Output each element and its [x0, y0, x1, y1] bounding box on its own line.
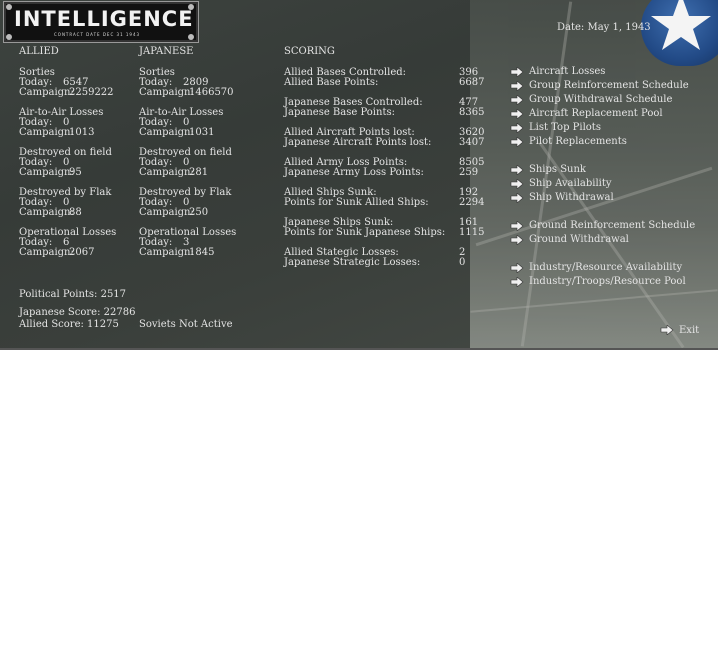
hand-pointer-arrow-icon	[510, 277, 524, 287]
hand-pointer-arrow-icon	[510, 221, 524, 231]
scoring-header: SCORING	[284, 46, 335, 57]
japanese-operational-campaign-label: Campaign:	[139, 247, 194, 258]
scoring-row-label: Points for Sunk Allied Ships:	[284, 197, 429, 208]
menu-item-label: List Top Pilots	[529, 122, 601, 133]
banner-subtitle: CONTRACT DATE DEC 31 1943	[54, 32, 141, 37]
japanese-sorties-campaign-value: 1466570	[189, 87, 234, 98]
hand-pointer-arrow-icon	[510, 165, 524, 175]
intelligence-banner: INTELLIGENCE CONTRACT DATE DEC 31 1943	[3, 1, 199, 43]
hand-pointer-arrow-icon	[660, 325, 674, 335]
japanese-air-to-air-campaign-label: Campaign:	[139, 127, 194, 138]
hand-pointer-arrow-icon	[510, 67, 524, 77]
hand-pointer-arrow-icon	[510, 235, 524, 245]
scoring-row-value: 8365	[459, 107, 485, 118]
star-roundel-icon	[641, 0, 718, 66]
menu-item-label: Industry/Troops/Resource Pool	[529, 276, 686, 287]
allied-destroyed-flak-campaign-label: Campaign:	[19, 207, 74, 218]
banner-title: INTELLIGENCE	[14, 7, 194, 31]
scoring-row-label: Japanese Army Loss Points:	[284, 167, 424, 178]
japanese-header: JAPANESE	[139, 46, 194, 57]
hand-pointer-arrow-icon	[510, 95, 524, 105]
menu-item-label: Industry/Resource Availability	[529, 262, 683, 273]
menu-item-label: Ground Reinforcement Schedule	[529, 220, 696, 231]
hand-pointer-arrow-icon	[510, 263, 524, 273]
scoring-row-value: 6687	[459, 77, 485, 88]
allied-operational-campaign-value: 2067	[69, 247, 95, 258]
current-date: Date: May 1, 1943	[557, 22, 651, 33]
menu-item-label: Aircraft Losses	[529, 66, 606, 77]
menu-item-label: Ship Availability	[529, 178, 612, 189]
hand-pointer-arrow-icon	[510, 123, 524, 133]
hand-pointer-arrow-icon	[510, 81, 524, 91]
japanese-air-to-air-campaign-value: 1031	[189, 127, 215, 138]
japanese-operational-campaign-value: 1845	[189, 247, 215, 258]
scoring-row-label: Points for Sunk Japanese Ships:	[284, 227, 446, 238]
exit-label: Exit	[679, 325, 700, 336]
scoring-row-label: Japanese Strategic Losses:	[284, 257, 421, 268]
political-points: Political Points: 2517	[19, 289, 127, 300]
hand-pointer-arrow-icon	[510, 193, 524, 203]
scoring-row-value: 2294	[459, 197, 485, 208]
menu-item-label: Ground Withdrawal	[529, 234, 629, 245]
soviets-status: Soviets Not Active	[139, 319, 233, 330]
allied-operational-campaign-label: Campaign:	[19, 247, 74, 258]
allied-destroyed-field-campaign-label: Campaign:	[19, 167, 74, 178]
hand-pointer-arrow-icon	[510, 137, 524, 147]
intelligence-screen: INTELLIGENCE CONTRACT DATE DEC 31 1943 D…	[0, 0, 718, 350]
allied-sorties-campaign-label: Campaign:	[19, 87, 74, 98]
scoring-row-label: Japanese Base Points:	[284, 107, 395, 118]
allied-destroyed-field-campaign-value: 95	[69, 167, 82, 178]
menu-item-label: Aircraft Replacement Pool	[529, 108, 663, 119]
scoring-row-value: 0	[459, 257, 466, 268]
allied-sorties-campaign-value: 2259222	[69, 87, 114, 98]
japanese-destroyed-flak-campaign-value: 250	[189, 207, 209, 218]
scoring-row-label: Allied Base Points:	[284, 77, 379, 88]
allied-destroyed-flak-campaign-value: 88	[69, 207, 82, 218]
japanese-destroyed-flak-campaign-label: Campaign:	[139, 207, 194, 218]
hand-pointer-arrow-icon	[510, 109, 524, 119]
japanese-destroyed-field-campaign-label: Campaign:	[139, 167, 194, 178]
menu-item-label: Group Reinforcement Schedule	[529, 80, 689, 91]
hand-pointer-arrow-icon	[510, 179, 524, 189]
japanese-sorties-campaign-label: Campaign:	[139, 87, 194, 98]
menu-item-label: Pilot Replacements	[529, 136, 627, 147]
scoring-row-value: 3407	[459, 137, 485, 148]
scoring-row-value: 259	[459, 167, 479, 178]
scoring-row-label: Japanese Aircraft Points lost:	[284, 137, 432, 148]
allied-score: Allied Score: 11275	[19, 319, 119, 330]
japanese-destroyed-field-campaign-value: 281	[189, 167, 209, 178]
menu-item-label: Ships Sunk	[529, 164, 586, 175]
allied-air-to-air-campaign-label: Campaign:	[19, 127, 74, 138]
menu-item-label: Ship Withdrawal	[529, 192, 614, 203]
allied-header: ALLIED	[19, 46, 59, 57]
allied-air-to-air-campaign-value: 1013	[69, 127, 95, 138]
japanese-score: Japanese Score: 22786	[19, 307, 136, 318]
menu-item-label: Group Withdrawal Schedule	[529, 94, 673, 105]
scoring-row-value: 1115	[459, 227, 485, 238]
